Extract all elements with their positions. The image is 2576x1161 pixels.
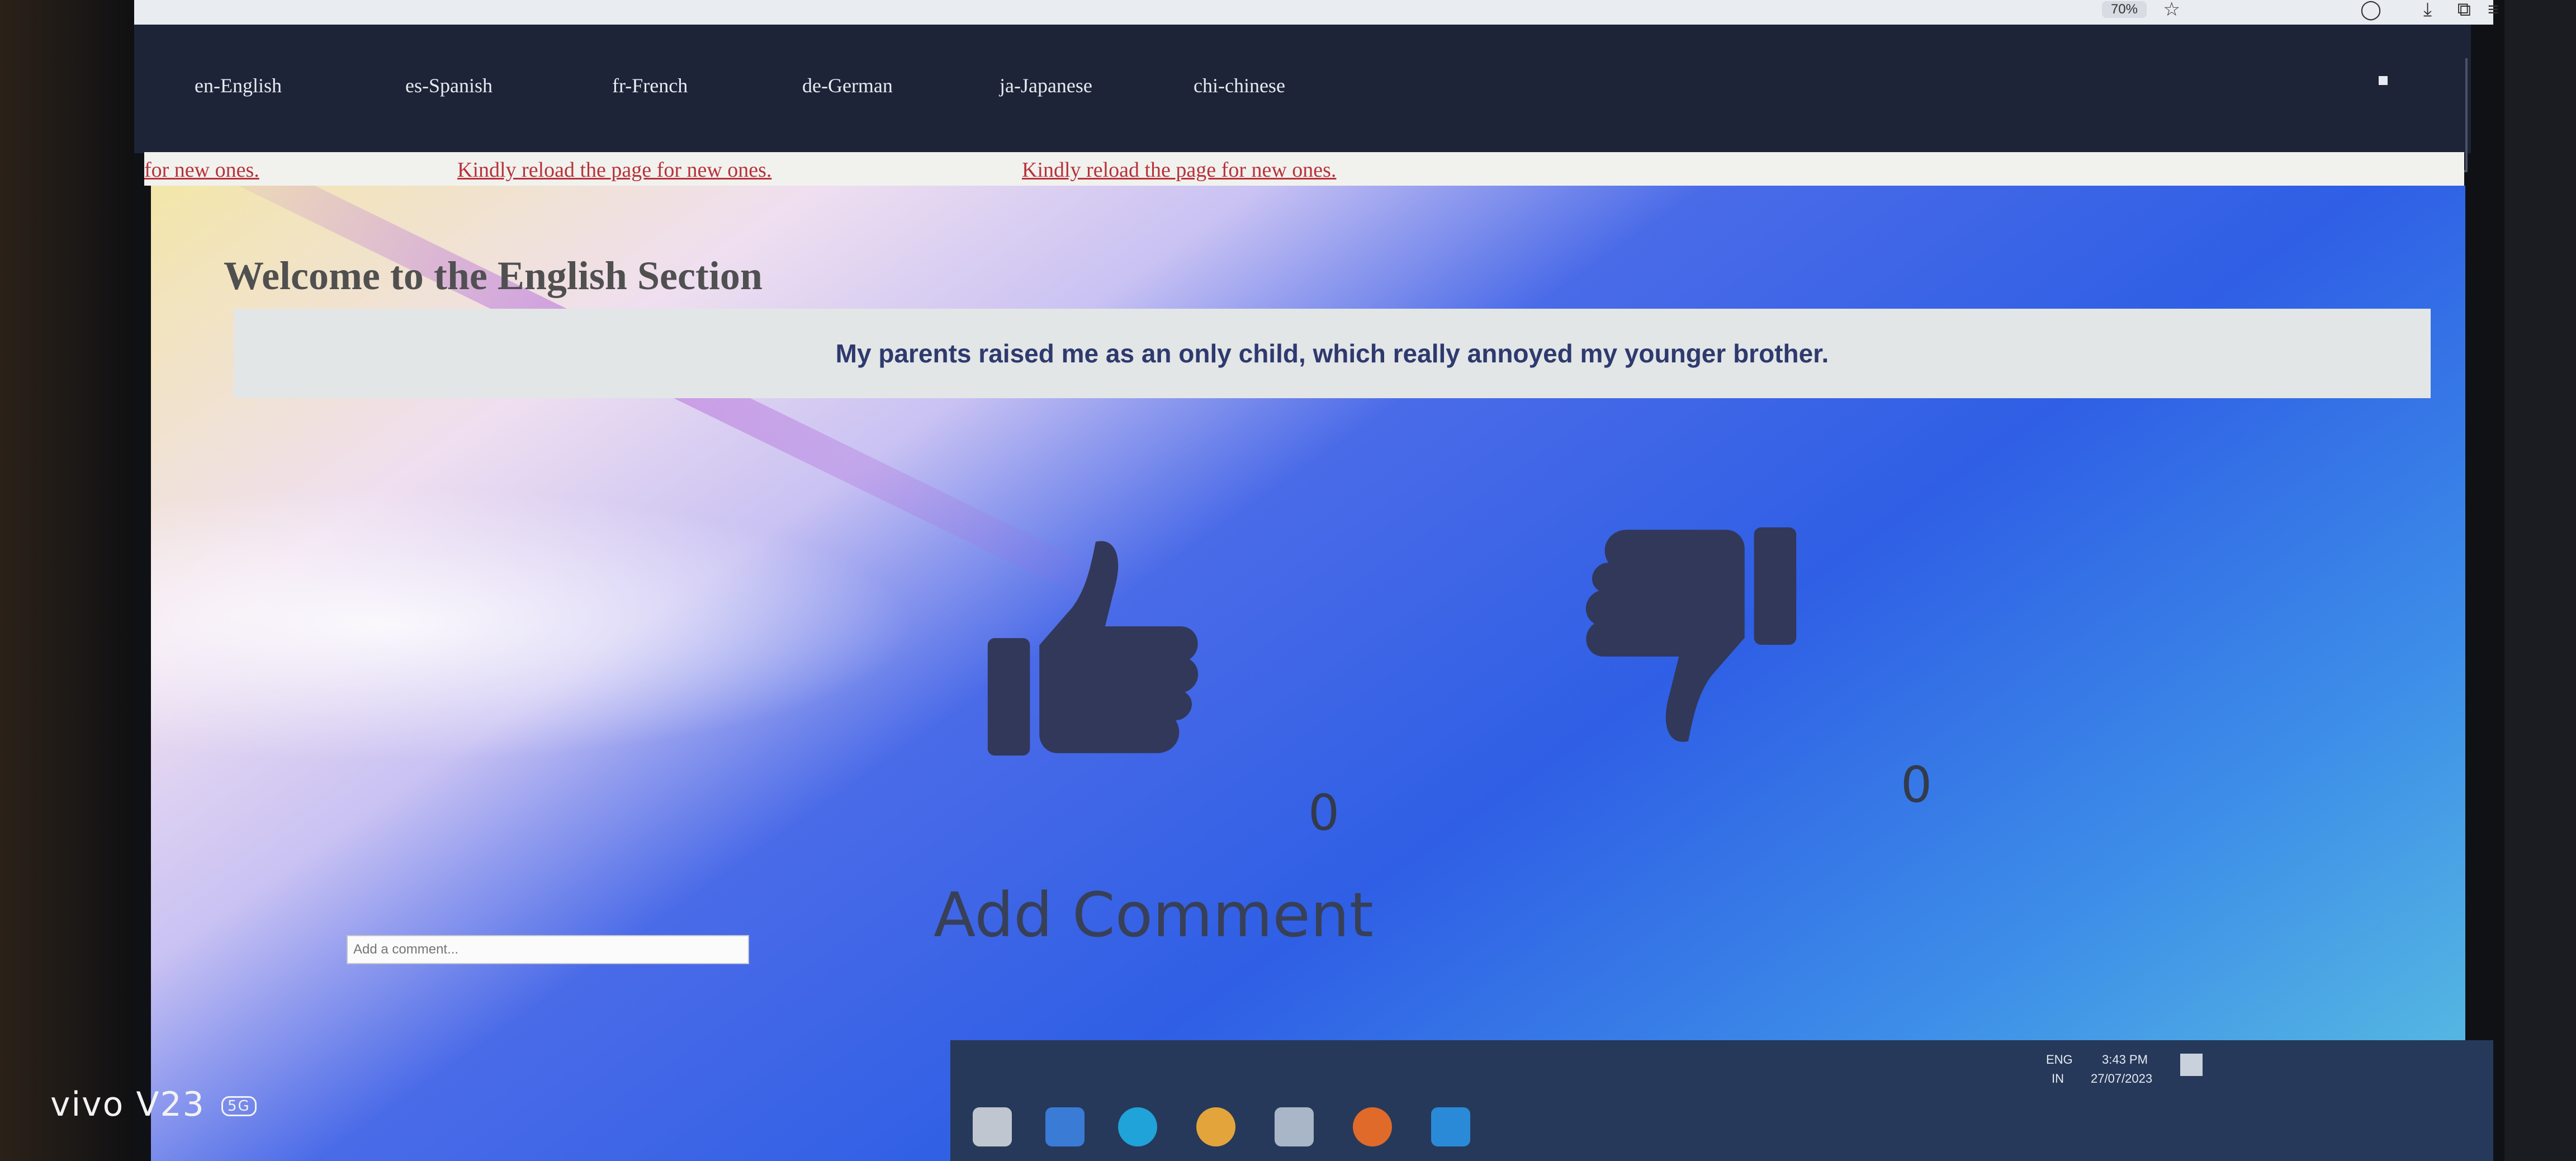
vscode-icon[interactable] <box>1431 1107 1470 1146</box>
thumbs-up-icon[interactable] <box>978 532 1213 767</box>
nav-chi-chinese[interactable]: chi-chinese <box>1194 74 1285 97</box>
device-name: vivo V23 <box>50 1085 205 1124</box>
marquee-item: Kindly reload the page for new ones. <box>1022 158 1337 182</box>
extensions-icon[interactable]: ⧉ <box>2457 0 2471 19</box>
reload-marquee: for new ones. Kindly reload the page for… <box>144 152 2464 186</box>
marquee-item: Kindly reload the page for new ones. <box>457 158 772 182</box>
nav-de-german[interactable]: de-German <box>802 74 893 97</box>
navbar-toggle-icon[interactable] <box>2379 76 2388 85</box>
dislike-count: 0 <box>1901 756 1932 814</box>
browser-toolbar: 70% ☆ ◯ ⤓ ⧉ ≡ <box>134 0 2499 25</box>
python-icon[interactable] <box>1275 1107 1314 1146</box>
comment-input[interactable] <box>347 935 749 964</box>
hamburger-menu-icon[interactable]: ≡ <box>2488 0 2499 19</box>
device-watermark: vivo V23 5G <box>50 1085 257 1124</box>
main-content: Welcome to the English Section My parent… <box>151 186 2465 1161</box>
windows-taskbar: ENG IN 3:43 PM 27/07/2023 <box>950 1040 2493 1161</box>
zoom-level[interactable]: 70% <box>2101 1 2147 18</box>
mail-icon[interactable] <box>1045 1107 1085 1146</box>
shield-icon[interactable]: ◯ <box>2360 0 2381 19</box>
chrome-icon[interactable] <box>1196 1107 1235 1146</box>
page-title: Welcome to the English Section <box>224 253 763 298</box>
monitor-screen: 70% ☆ ◯ ⤓ ⧉ ≡ en-English es-Spanish fr-F… <box>134 0 2504 1161</box>
marquee-item: for new ones. <box>144 158 259 182</box>
add-comment-label: Add Comment <box>934 879 1374 951</box>
language-navbar: en-English es-Spanish fr-French de-Germa… <box>134 25 2471 172</box>
photo-background <box>0 0 134 1161</box>
nav-en-english[interactable]: en-English <box>195 74 282 97</box>
file-explorer-icon[interactable] <box>973 1107 1012 1146</box>
quote-text: My parents raised me as an only child, w… <box>835 339 1829 368</box>
tray-date[interactable]: 27/07/2023 <box>2091 1070 2152 1087</box>
nav-es-spanish[interactable]: es-Spanish <box>405 74 493 97</box>
tray-time[interactable]: 3:43 PM <box>2102 1051 2148 1068</box>
notification-icon[interactable] <box>2180 1054 2203 1076</box>
tray-region[interactable]: IN <box>2052 1070 2064 1087</box>
5g-badge: 5G <box>221 1096 257 1117</box>
edge-icon[interactable] <box>1118 1107 1157 1146</box>
quote-box: My parents raised me as an only child, w… <box>234 309 2431 398</box>
download-icon[interactable]: ⤓ <box>2423 0 2432 19</box>
like-count: 0 <box>1308 784 1339 842</box>
firefox-icon[interactable] <box>1353 1107 1392 1146</box>
nav-ja-japanese[interactable]: ja-Japanese <box>1000 74 1092 97</box>
tray-lang[interactable]: ENG <box>2046 1051 2073 1068</box>
bookmark-star-icon[interactable]: ☆ <box>2163 0 2180 19</box>
thumbs-down-icon[interactable] <box>1571 516 1806 751</box>
nav-fr-french[interactable]: fr-French <box>612 74 688 97</box>
